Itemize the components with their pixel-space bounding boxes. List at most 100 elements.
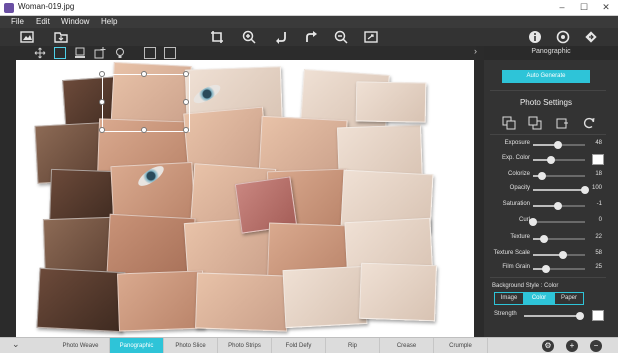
duplicate-icon[interactable] [556,116,570,130]
stamp-icon[interactable] [74,47,86,59]
opacity-slider[interactable] [533,186,589,194]
tab-panographic[interactable]: Panographic [110,338,164,353]
opacity-row: Opacity 100 [484,184,614,196]
curl-row: Curl 0 [484,216,614,228]
curl-knob[interactable] [529,218,537,226]
resize-handle[interactable] [141,127,147,133]
resize-handle[interactable] [183,127,189,133]
resize-handle[interactable] [141,71,147,77]
tab-crumple[interactable]: Crumple [434,338,488,353]
window-title: Woman-019.jpg [18,2,75,11]
bg-option-color[interactable]: Color [524,292,554,305]
add-tile-icon[interactable] [94,47,106,59]
film-grain-value: 25 [595,264,602,270]
texture-scale-value: 58 [595,250,602,256]
fit-icon[interactable] [364,30,378,44]
photo-tile[interactable] [282,265,368,329]
exp-color-knob[interactable] [547,156,556,164]
resize-handle[interactable] [99,99,105,105]
photo-tile[interactable] [359,262,437,322]
app-icon [4,3,14,13]
tab-photo-strips[interactable]: Photo Strips [218,338,272,353]
exposure-row: Exposure 48 [484,139,614,151]
opacity-label: Opacity [509,185,530,191]
info-icon[interactable] [528,30,542,44]
share-icon[interactable] [584,30,598,44]
bg-option-image[interactable]: Image [494,292,524,305]
rotate-left-icon[interactable] [274,30,288,44]
photo-canvas[interactable] [16,60,474,337]
tab-fold-defy[interactable]: Fold Defy [272,338,326,353]
select-icon[interactable] [54,47,66,59]
right-gutter [474,60,484,337]
exp-color-swatch[interactable] [592,154,604,165]
saturation-knob[interactable] [554,202,563,210]
menu-edit[interactable]: Edit [36,16,50,28]
exp-color-slider[interactable] [533,156,585,164]
close-button[interactable]: ✕ [596,1,616,14]
curl-slider[interactable] [529,218,585,226]
crop-icon[interactable] [210,30,224,44]
strength-swatch[interactable] [592,310,604,321]
bring-front-icon[interactable] [528,116,542,130]
background-style-label: Background Style : Color [492,283,559,289]
film-grain-slider[interactable] [533,265,585,273]
rotate-right-icon[interactable] [304,30,318,44]
divider [490,90,606,91]
menu-window[interactable]: Window [61,16,89,28]
texture-slider[interactable] [533,235,585,243]
colorize-slider[interactable] [533,172,585,180]
strength-slider[interactable] [524,312,585,320]
film-grain-knob[interactable] [542,265,550,273]
resize-handle[interactable] [183,71,189,77]
strength-knob[interactable] [576,312,585,320]
photo-tile[interactable] [195,272,289,332]
menu-file[interactable]: File [11,16,24,28]
exp-color-row: Exp. Color [484,154,614,166]
tab-crease[interactable]: Crease [380,338,434,353]
tab-rip[interactable]: Rip [326,338,380,353]
photo-tile[interactable] [355,81,427,123]
resize-handle[interactable] [99,71,105,77]
photo-tile[interactable] [117,270,205,332]
saturation-value: -1 [596,201,602,207]
chevron-down-icon[interactable]: ⌄ [12,339,20,350]
tab-photo-slice[interactable]: Photo Slice [164,338,218,353]
auto-generate-button[interactable]: Auto Generate [502,70,590,83]
saturation-slider[interactable] [533,202,585,210]
zoom-out-icon[interactable] [334,30,348,44]
collapse-panel-icon[interactable]: › [474,46,477,56]
zoom-in-icon[interactable] [242,30,256,44]
resize-handle[interactable] [183,99,189,105]
maximize-button[interactable]: ☐ [574,1,594,14]
resize-handle[interactable] [99,127,105,133]
exposure-knob[interactable] [553,141,562,149]
texture-scale-knob[interactable] [559,251,568,259]
settings-round-icon[interactable]: ⚙ [542,340,554,352]
texture-label: Texture [510,234,530,240]
remove-icon[interactable]: − [590,340,602,352]
minimize-button[interactable]: – [552,1,572,14]
send-back-icon[interactable] [502,116,516,130]
texture-knob[interactable] [540,235,549,243]
colorize-knob[interactable] [538,172,547,180]
menu-help[interactable]: Help [101,16,117,28]
texture-scale-slider[interactable] [533,251,585,259]
photo-tile[interactable] [36,267,126,333]
refresh-icon[interactable] [582,116,596,130]
settings-small-icon[interactable] [164,47,176,59]
image-thumb-icon[interactable] [144,47,156,59]
add-icon[interactable]: + [566,340,578,352]
move-icon[interactable] [34,47,46,59]
exposure-slider[interactable] [533,141,585,149]
image-icon[interactable] [20,30,34,44]
bg-option-paper[interactable]: Paper [554,292,584,305]
open-icon[interactable] [54,30,68,44]
tile-selection[interactable] [99,71,190,133]
settings-icon[interactable] [556,30,570,44]
tab-photo-weave[interactable]: Photo Weave [52,338,110,353]
texture-scale-label: Texture Scale [493,250,530,256]
panel-title: Panographic [531,48,571,55]
strength-row: Strength [484,310,614,322]
light-icon[interactable] [114,47,126,59]
